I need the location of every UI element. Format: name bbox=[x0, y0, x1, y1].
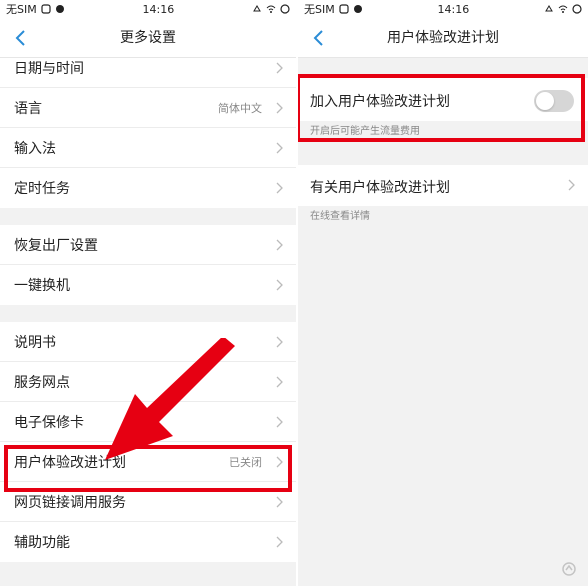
about-program-note: 在线查看详情 bbox=[310, 211, 370, 222]
settings-group-1: 日期与时间 语言 简体中文 输入法 定时任务 bbox=[0, 48, 296, 208]
chevron-right-icon bbox=[276, 62, 283, 74]
settings-item-accessibility[interactable]: 辅助功能 bbox=[0, 522, 296, 562]
settings-item-label: 恢复出厂设置 bbox=[14, 237, 98, 254]
about-program-row[interactable]: 有关用户体验改进计划 bbox=[298, 165, 588, 206]
settings-group-2: 恢复出厂设置 一键换机 bbox=[0, 225, 296, 305]
settings-item-date-time[interactable]: 日期与时间 bbox=[0, 48, 296, 88]
settings-item-label: 日期与时间 bbox=[14, 60, 84, 77]
chat-icon bbox=[353, 4, 363, 14]
page-title: 用户体验改进计划 bbox=[387, 30, 499, 46]
mute-icon bbox=[252, 4, 262, 14]
chevron-right-icon bbox=[276, 239, 283, 251]
settings-item-label: 电子保修卡 bbox=[14, 414, 84, 431]
group-gap bbox=[0, 208, 296, 225]
more-settings-screen: 无SIM 14:16 更多设置 日期与时间 语言 简体中文 输入法 定时任务 恢… bbox=[0, 0, 296, 586]
battery-icon bbox=[280, 4, 290, 14]
settings-item-input-method[interactable]: 输入法 bbox=[0, 128, 296, 168]
chevron-right-icon bbox=[568, 179, 575, 191]
notification-icon bbox=[339, 4, 349, 14]
watermark-logo bbox=[562, 562, 576, 576]
carrier-label: 无SIM bbox=[6, 3, 37, 16]
chevron-right-icon bbox=[276, 536, 283, 548]
settings-item-label: 输入法 bbox=[14, 140, 56, 157]
battery-icon bbox=[572, 4, 582, 14]
settings-item-language[interactable]: 语言 简体中文 bbox=[0, 88, 296, 128]
highlight-box bbox=[298, 74, 585, 142]
status-bar: 无SIM 14:16 bbox=[0, 0, 296, 18]
wifi-icon bbox=[266, 4, 276, 14]
settings-item-label: 说明书 bbox=[14, 334, 56, 351]
about-program-label: 有关用户体验改进计划 bbox=[310, 180, 450, 196]
settings-item-label: 服务网点 bbox=[14, 374, 70, 391]
notification-icon bbox=[41, 4, 51, 14]
watermark bbox=[562, 562, 576, 576]
settings-item-scheduled-tasks[interactable]: 定时任务 bbox=[0, 168, 296, 208]
settings-item-label: 网页链接调用服务 bbox=[14, 494, 126, 511]
settings-item-factory-reset[interactable]: 恢复出厂设置 bbox=[0, 225, 296, 265]
settings-item-phone-clone[interactable]: 一键换机 bbox=[0, 265, 296, 305]
status-bar: 无SIM 14:16 bbox=[298, 0, 588, 18]
wifi-icon bbox=[558, 4, 568, 14]
chevron-right-icon bbox=[276, 496, 283, 508]
chevron-right-icon bbox=[276, 102, 283, 114]
chevron-right-icon bbox=[276, 336, 283, 348]
settings-item-value: 简体中文 bbox=[218, 101, 262, 115]
clock: 14:16 bbox=[437, 2, 470, 16]
nav-bar: 用户体验改进计划 bbox=[298, 18, 588, 58]
chevron-right-icon bbox=[276, 416, 283, 428]
mute-icon bbox=[544, 4, 554, 14]
chevron-right-icon bbox=[276, 142, 283, 154]
settings-item-label: 辅助功能 bbox=[14, 535, 70, 551]
chat-icon bbox=[55, 4, 65, 14]
chevron-right-icon bbox=[276, 279, 283, 291]
clock: 14:16 bbox=[142, 2, 175, 16]
chevron-right-icon bbox=[276, 182, 283, 194]
settings-item-label: 语言 bbox=[14, 100, 42, 117]
chevron-right-icon bbox=[276, 376, 283, 388]
settings-item-label: 定时任务 bbox=[14, 181, 70, 197]
group-gap bbox=[0, 305, 296, 322]
carrier-label: 无SIM bbox=[304, 3, 335, 16]
user-experience-program-screen: 无SIM 14:16 用户体验改进计划 加入用户体验改进计划 开启后可能产生流量… bbox=[298, 0, 588, 586]
red-arrow-annotation bbox=[105, 338, 235, 460]
settings-item-label: 一键换机 bbox=[14, 278, 70, 294]
